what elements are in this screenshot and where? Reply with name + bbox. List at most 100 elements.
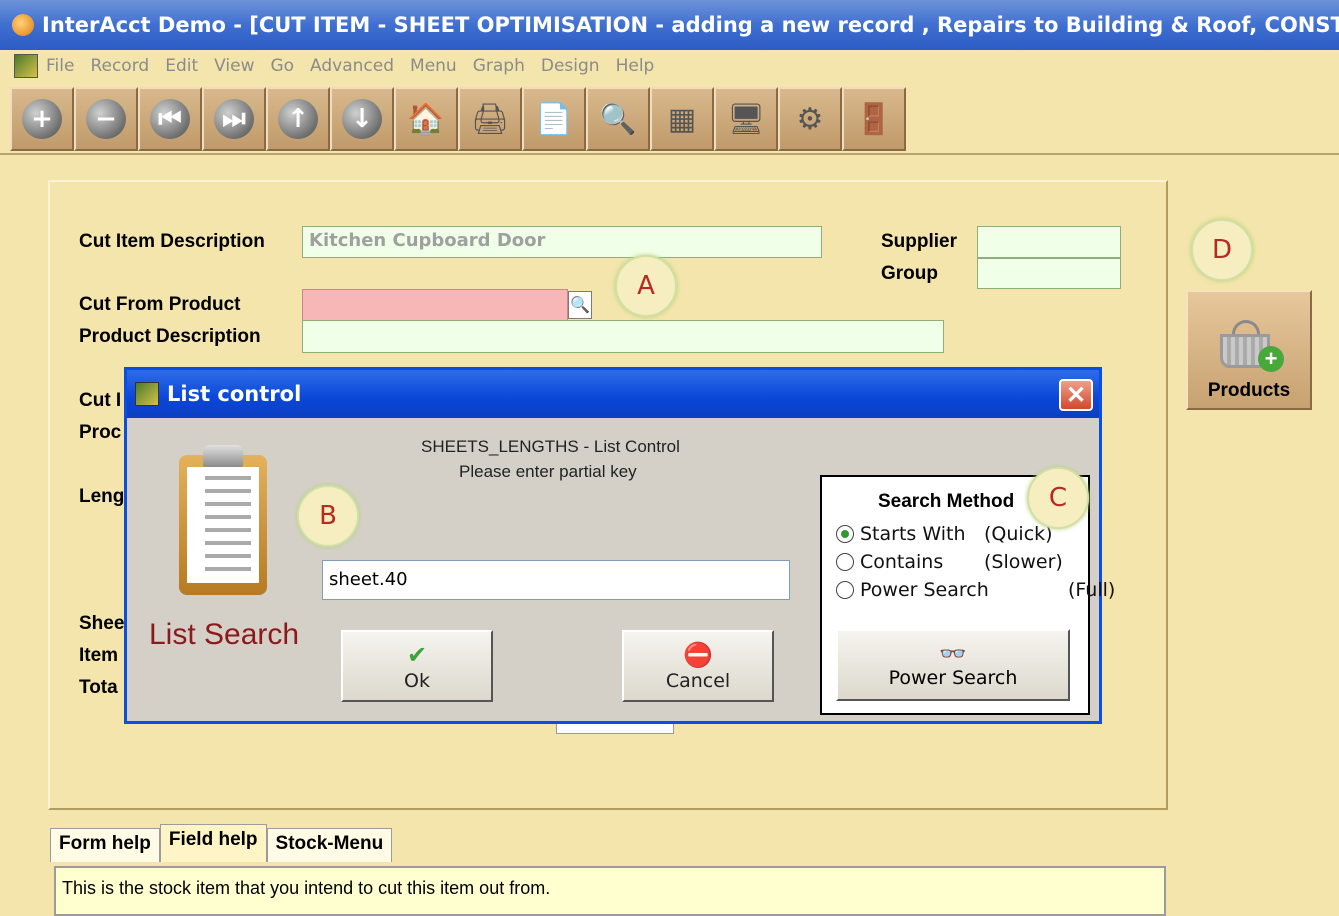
radio-power-search[interactable]: Power Search (Full) [836,579,1115,601]
binary-data-button[interactable]: ▦ [650,87,714,151]
ok-button-label: Ok [404,670,430,692]
menu-go[interactable]: Go [270,56,294,76]
checkmark-icon: ✔ [406,641,428,669]
ok-button[interactable]: ✔ Ok [341,630,493,702]
partial-label-cut: Cut I [79,390,122,411]
menu-record[interactable]: Record [90,56,149,76]
tab-stock-menu[interactable]: Stock-Menu [266,828,393,862]
partial-key-prompt: Please enter partial key [459,462,637,481]
menu-advanced[interactable]: Advanced [310,56,394,76]
window-title-bar: InterAcct Demo - [CUT ITEM - SHEET OPTIM… [0,0,1339,50]
add-record-button[interactable]: + [10,87,74,151]
search-method-heading: Search Method [878,491,1015,512]
radio-contains-label: Contains [860,551,944,573]
annotation-d: D [1191,219,1253,281]
partial-label-length: Leng [79,486,125,507]
radio-contains[interactable]: Contains (Slower) [836,551,1063,573]
tab-form-help[interactable]: Form help [50,828,160,862]
skip-back-icon: ⏮ [150,99,190,139]
system-menu-icon[interactable] [14,54,38,78]
close-icon[interactable]: ✕ [1059,379,1093,411]
products-button-label: Products [1207,380,1291,401]
help-tabs: Form help Field help Stock-Menu [50,824,393,862]
cut-item-description-label: Cut Item Description [79,231,265,252]
radio-power-search-label: Power Search [860,579,989,601]
help-text: This is the stock item that you intend t… [54,866,1166,916]
menu-graph[interactable]: Graph [473,56,525,76]
menu-file[interactable]: File [46,56,74,76]
gear-icon: ⚙ [796,102,824,136]
radio-unselected-icon [836,553,854,571]
dialog-title: List control [167,382,302,406]
annotation-b: B [297,485,359,547]
annotation-c: C [1027,467,1089,529]
search-button[interactable]: 🔍 [586,87,650,151]
list-control-dialog: List control ✕ List Search SHEETS_LENGTH… [124,367,1115,724]
menu-design[interactable]: Design [541,56,600,76]
product-description-field[interactable] [302,320,944,353]
supplier-field[interactable] [977,226,1121,258]
list-control-heading: SHEETS_LENGTHS - List Control [421,437,680,456]
menu-help[interactable]: Help [616,56,655,76]
lookup-magnifier-icon[interactable]: 🔍 [568,291,592,319]
toolbar-separator [0,153,1339,155]
terminal-button[interactable]: 🖥 [714,87,778,151]
document-icon: 📄 [535,102,573,136]
menu-edit[interactable]: Edit [165,56,198,76]
toolbar: + − ⏮ ⏭ ↑ ↓ 🏠 🖨 📄 🔍 ▦ 🖥 ⚙ 🚪 [10,87,906,153]
power-search-button-label: Power Search [888,666,1018,689]
print-button[interactable]: 🖨 [458,87,522,151]
previous-record-button[interactable]: ↑ [266,87,330,151]
window-title: InterAcct Demo - [CUT ITEM - SHEET OPTIM… [42,13,1339,37]
printer-icon: 🖨 [470,102,510,136]
menu-menu[interactable]: Menu [410,56,457,76]
partial-label-product: Proc [79,422,122,443]
partial-key-input[interactable]: sheet.40 [322,560,790,600]
dialog-app-icon [135,382,159,406]
partial-label-item: Item [79,645,119,666]
group-label: Group [881,263,938,284]
power-search-button[interactable]: 👓 Power Search [836,629,1070,701]
partial-label-sheet: Shee [79,613,125,634]
next-record-button[interactable]: ↓ [330,87,394,151]
exit-button[interactable]: 🚪 [842,87,906,151]
tab-field-help[interactable]: Field help [159,824,267,862]
menu-view[interactable]: View [214,56,254,76]
supplier-label: Supplier [881,231,958,252]
skip-forward-icon: ⏭ [214,99,254,139]
binoculars-icon: 👓 [939,641,967,667]
cut-from-product-field[interactable] [302,289,568,321]
cut-item-description-field[interactable]: Kitchen Cupboard Door [302,226,822,258]
radio-starts-with[interactable]: Starts With (Quick) [836,523,1053,545]
door-icon: 🚪 [855,102,893,136]
group-field[interactable] [977,258,1121,289]
home-button[interactable]: 🏠 [394,87,458,151]
dialog-title-bar: List control [127,370,1099,418]
radio-starts-with-label: Starts With [860,523,966,545]
plus-icon: + [22,99,62,139]
last-record-button[interactable]: ⏭ [202,87,266,151]
partial-label-total: Tota [79,677,118,698]
delete-record-button[interactable]: − [74,87,138,151]
products-button[interactable]: + Products [1186,290,1312,410]
radio-contains-hint: (Slower) [984,551,1063,573]
binary-data-icon: ▦ [667,102,697,136]
no-entry-icon: ⛔ [683,641,713,669]
product-description-label: Product Description [79,326,261,347]
document-button[interactable]: 📄 [522,87,586,151]
first-record-button[interactable]: ⏮ [138,87,202,151]
cancel-button[interactable]: ⛔ Cancel [622,630,774,702]
settings-button[interactable]: ⚙ [778,87,842,151]
annotation-a: A [615,255,677,317]
monitor-icon: 🖥 [726,102,766,136]
radio-power-search-hint: (Full) [1068,579,1116,601]
basket-add-icon: + [1214,316,1284,372]
home-icon: 🏠 [407,102,445,136]
magnifier-icon: 🔍 [599,102,637,136]
radio-unselected-icon [836,581,854,599]
radio-selected-icon [836,525,854,543]
menu-bar: File Record Edit View Go Advanced Menu G… [0,50,1339,82]
radio-starts-with-hint: (Quick) [984,523,1053,545]
clipboard-icon [179,445,269,595]
arrow-up-icon: ↑ [278,99,318,139]
